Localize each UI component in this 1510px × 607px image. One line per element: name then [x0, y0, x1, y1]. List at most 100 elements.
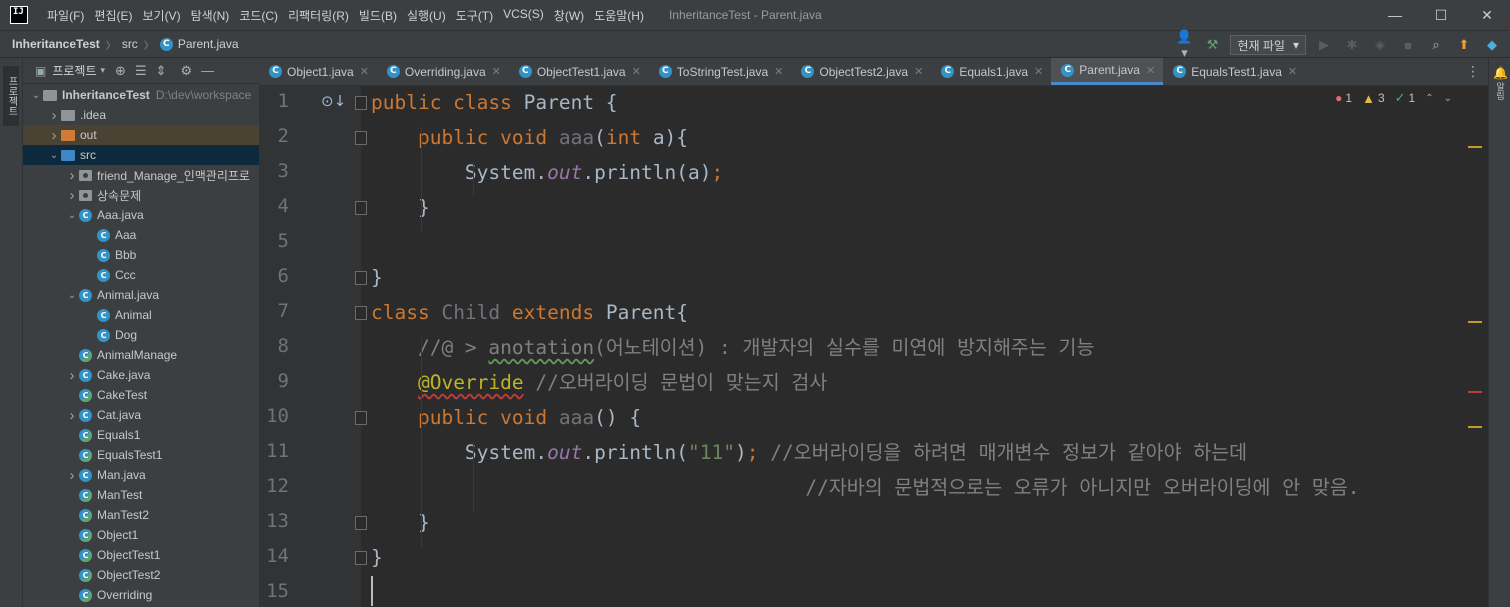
collapsed-arrow-icon[interactable]: › [65, 167, 79, 184]
editor-tab[interactable]: C ToStringTest.java ✕ [649, 58, 792, 85]
stop-icon[interactable]: ■ [1398, 38, 1418, 53]
tree-item[interactable]: › out [23, 125, 259, 145]
editor-tab[interactable]: C Parent.java ✕ [1051, 58, 1164, 85]
menu-item[interactable]: 도구(T) [451, 7, 498, 24]
tree-item[interactable]: C Dog [23, 325, 259, 345]
menu-item[interactable]: 탐색(N) [186, 7, 235, 24]
hide-panel-icon[interactable]: — [201, 63, 214, 78]
tree-item[interactable]: › 상속문제 [23, 185, 259, 205]
tree-item[interactable]: C Object1 [23, 525, 259, 545]
warning-stripe-mark[interactable] [1468, 426, 1482, 428]
close-tab-icon[interactable]: ✕ [1288, 65, 1297, 78]
line-number[interactable]: 11 [259, 440, 289, 462]
breadcrumb-file[interactable]: C Parent.java [159, 37, 239, 51]
editor-tab[interactable]: C ObjectTest1.java ✕ [509, 58, 649, 85]
fold-marker-icon[interactable] [355, 201, 367, 215]
menu-item[interactable]: 파일(F) [42, 7, 89, 24]
menu-item[interactable]: 보기(V) [137, 7, 185, 24]
code-line[interactable]: class Child extends Parent{ [371, 296, 688, 331]
menu-item[interactable]: 창(W) [549, 7, 589, 24]
tree-item[interactable]: ⌄ C Animal.java [23, 285, 259, 305]
line-number[interactable]: 9 [259, 370, 289, 392]
code-line[interactable]: public class Parent { [371, 86, 618, 121]
line-number[interactable]: 14 [259, 545, 289, 567]
line-number[interactable]: 3 [259, 160, 289, 182]
collapsed-arrow-icon[interactable]: › [47, 127, 61, 144]
close-tab-icon[interactable]: ✕ [774, 65, 783, 78]
expanded-arrow-icon[interactable]: ⌄ [65, 290, 79, 301]
intellij-logo-icon[interactable]: IJ [10, 6, 28, 24]
collapsed-arrow-icon[interactable]: › [47, 107, 61, 124]
close-window-button[interactable]: ✕ [1464, 0, 1510, 30]
tree-item[interactable]: C Animal [23, 305, 259, 325]
tree-item[interactable]: C ManTest2 [23, 505, 259, 525]
more-tabs-icon[interactable]: ⋮ [1466, 58, 1480, 85]
code-line[interactable]: //@ > anotation(어노테이션) : 개발자의 실수를 미연에 방지… [371, 331, 1094, 366]
fold-marker-icon[interactable] [355, 516, 367, 530]
line-number[interactable]: 7 [259, 300, 289, 322]
warning-stripe-mark[interactable] [1468, 146, 1482, 148]
line-number[interactable]: 15 [259, 580, 289, 602]
maximize-button[interactable]: ☐ [1418, 0, 1464, 30]
run-icon[interactable]: ▶ [1314, 37, 1334, 53]
chevron-down-icon[interactable]: ▾ [101, 65, 106, 76]
close-tab-icon[interactable]: ✕ [632, 65, 641, 78]
overridden-method-gutter-icon[interactable]: ⊙↓ [321, 92, 346, 110]
tree-item[interactable]: › .idea [23, 105, 259, 125]
error-count[interactable]: ● 1 [1335, 91, 1352, 105]
inspection-widget[interactable]: ● 1 ▲ 3 ✓ 1 ⌃ ⌄ [1335, 90, 1452, 106]
close-tab-icon[interactable]: ✕ [492, 65, 501, 78]
tree-item[interactable]: C ManTest [23, 485, 259, 505]
next-highlight-icon[interactable]: ⌄ [1444, 93, 1452, 104]
code-line[interactable]: //자바의 문법적으로는 오류가 아니지만 오버라이딩에 안 맞음. [371, 471, 1359, 506]
editor-tab[interactable]: C ObjectTest2.java ✕ [791, 58, 931, 85]
close-tab-icon[interactable]: ✕ [914, 65, 923, 78]
tree-item[interactable]: › C Cat.java [23, 405, 259, 425]
gear-icon[interactable]: ⚙ [181, 63, 193, 79]
line-number[interactable]: 6 [259, 265, 289, 287]
line-number[interactable]: 10 [259, 405, 289, 427]
breadcrumb-project[interactable]: InheritanceTest [12, 37, 100, 51]
weak-warning-count[interactable]: ✓ 1 [1395, 90, 1416, 106]
tree-item[interactable]: C ObjectTest2 [23, 565, 259, 585]
line-number[interactable]: 12 [259, 475, 289, 497]
search-icon[interactable]: ⌕ [1426, 37, 1446, 53]
editor-scrollbar[interactable] [1466, 86, 1488, 607]
close-tab-icon[interactable]: ✕ [1146, 64, 1155, 77]
close-tab-icon[interactable]: ✕ [360, 65, 369, 78]
line-number[interactable]: 5 [259, 230, 289, 252]
code-line[interactable]: } [371, 541, 383, 576]
tree-item[interactable]: › C Cake.java [23, 365, 259, 385]
project-tool-window-button[interactable]: 프로젝트 [3, 66, 19, 126]
fold-marker-icon[interactable] [355, 411, 367, 425]
close-tab-icon[interactable]: ✕ [1034, 65, 1043, 78]
code-line[interactable]: @Override //오버라이딩 문법이 맞는지 검사 [371, 366, 827, 401]
menu-item[interactable]: 빌드(B) [354, 7, 402, 24]
fold-marker-icon[interactable] [355, 131, 367, 145]
tree-item[interactable]: › C Man.java [23, 465, 259, 485]
tree-item[interactable]: C Bbb [23, 245, 259, 265]
coverage-icon[interactable]: ◈ [1370, 37, 1390, 53]
editor-tab[interactable]: C Equals1.java ✕ [931, 58, 1051, 85]
tree-item[interactable]: C ObjectTest1 [23, 545, 259, 565]
update-icon[interactable]: ⬆ [1454, 37, 1474, 53]
fold-marker-icon[interactable] [355, 551, 367, 565]
user-icon[interactable]: 👤▾ [1174, 29, 1194, 61]
line-number[interactable]: 2 [259, 125, 289, 147]
project-panel-title[interactable]: 프로젝트 [52, 62, 96, 79]
tree-item[interactable]: C Aaa [23, 225, 259, 245]
run-configuration-dropdown[interactable]: 현재 파일 ▾ [1230, 35, 1306, 55]
code-line[interactable]: System.out.println("11"); //오버라이딩을 하려면 매… [371, 436, 1247, 471]
tree-item[interactable]: C Overriding [23, 585, 259, 605]
menu-item[interactable]: 실행(U) [402, 7, 451, 24]
tree-item[interactable]: C Ccc [23, 265, 259, 285]
expanded-arrow-icon[interactable]: ⌄ [47, 150, 61, 161]
fold-marker-icon[interactable] [355, 96, 367, 110]
collapsed-arrow-icon[interactable]: › [65, 367, 79, 384]
minimize-button[interactable]: — [1372, 0, 1418, 30]
tree-item[interactable]: ⌄ C Aaa.java [23, 205, 259, 225]
editor-tab[interactable]: C Overriding.java ✕ [377, 58, 509, 85]
tree-item[interactable]: › friend_Manage_인맥관리프로 [23, 165, 259, 185]
warning-count[interactable]: ▲ 3 [1362, 91, 1385, 106]
code-line[interactable]: } [371, 261, 383, 296]
